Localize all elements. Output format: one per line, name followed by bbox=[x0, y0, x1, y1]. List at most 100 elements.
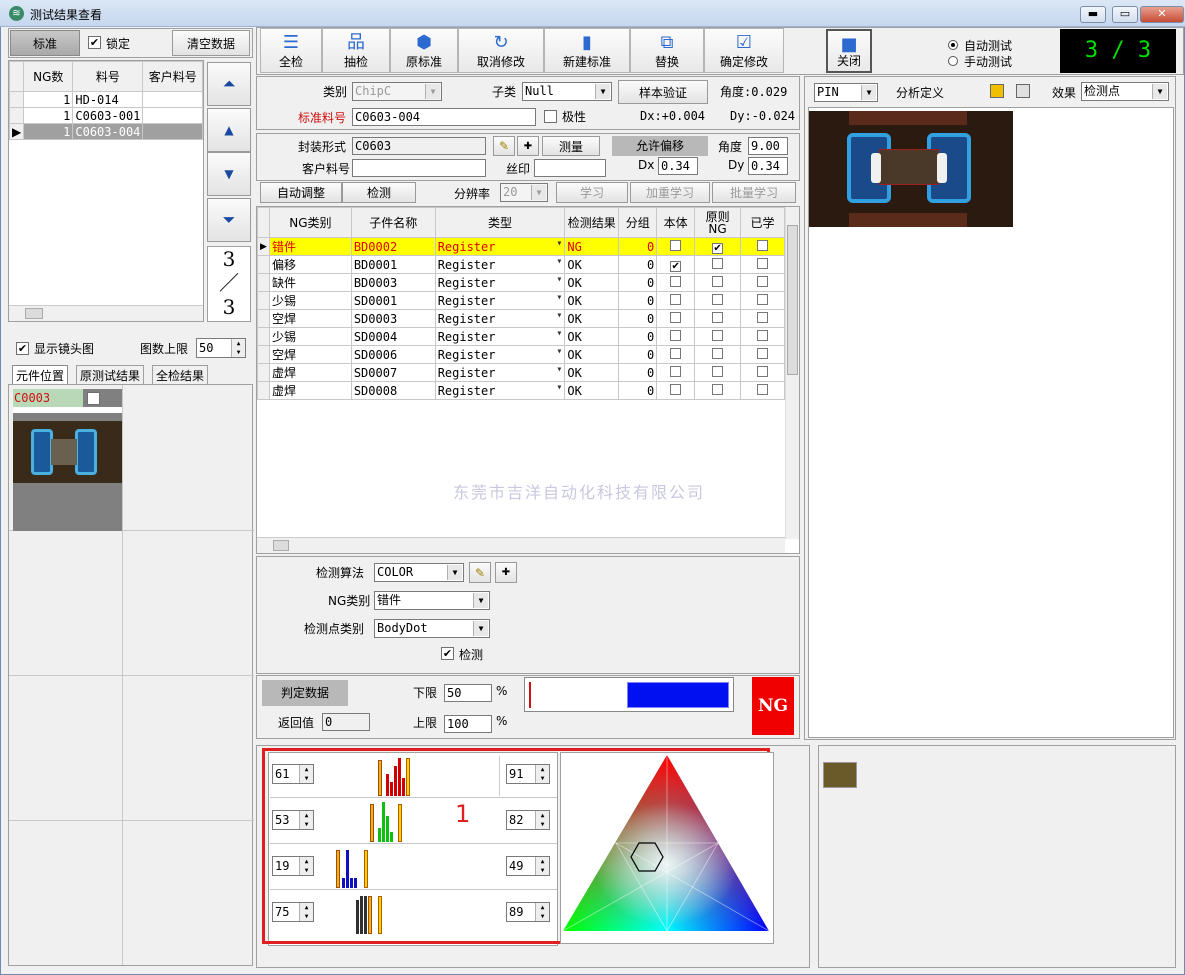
point-type-select[interactable]: BodyDot ▼ bbox=[374, 619, 490, 638]
row-type-value[interactable]: Register bbox=[438, 366, 496, 380]
new-standard-button[interactable]: ▮ 新建标准 bbox=[544, 28, 630, 73]
last-button[interactable]: ⏷ bbox=[207, 198, 251, 242]
dropdown-arrow-icon[interactable]: ▾ bbox=[556, 293, 562, 304]
dropdown-arrow-icon[interactable]: ▾ bbox=[556, 383, 562, 394]
row-body-checkbox[interactable] bbox=[670, 239, 682, 251]
standard-tab[interactable]: 标准 bbox=[10, 30, 80, 56]
row-learned-checkbox[interactable] bbox=[757, 275, 768, 287]
algo-select[interactable]: COLOR ▼ bbox=[374, 563, 464, 582]
list-hscrollbar[interactable] bbox=[9, 305, 203, 321]
dx-limit-input[interactable]: 0.34 bbox=[658, 157, 698, 175]
row-orig-checkbox[interactable] bbox=[712, 365, 724, 377]
pin-select[interactable]: PIN ▼ bbox=[814, 83, 878, 102]
angle-limit-input[interactable]: 9.00 bbox=[748, 137, 788, 155]
row-type-value[interactable]: Register bbox=[438, 312, 496, 326]
row-type-value[interactable]: Register bbox=[438, 276, 496, 290]
gray-high-input[interactable]: 89 ▲ ▼ bbox=[506, 902, 550, 922]
row-orig-checkbox[interactable] bbox=[712, 311, 724, 323]
resolution-select[interactable]: 20 ▼ bbox=[500, 183, 548, 202]
lower-limit-input[interactable]: 50 bbox=[444, 684, 492, 702]
batch-learn-button[interactable]: 批量学习 bbox=[712, 182, 796, 203]
green-high-input[interactable]: 82 ▲ ▼ bbox=[506, 810, 550, 830]
dropdown-arrow-icon[interactable]: ▾ bbox=[556, 239, 562, 250]
row-body-checkbox[interactable]: ✔ bbox=[670, 260, 682, 272]
show-lens-checkbox[interactable]: ✔ bbox=[16, 342, 29, 355]
row-learned-checkbox[interactable] bbox=[757, 257, 768, 269]
first-button[interactable]: ⏶ bbox=[207, 62, 251, 106]
row-orig-checkbox[interactable] bbox=[712, 275, 724, 287]
list-row[interactable]: 1 C0603-001 bbox=[8, 107, 203, 124]
row-type-value[interactable]: Register bbox=[438, 330, 496, 344]
algo-plus-button[interactable]: ✚ bbox=[495, 562, 517, 583]
blue-high-input[interactable]: 49 ▲ ▼ bbox=[506, 856, 550, 876]
row-orig-checkbox[interactable] bbox=[712, 347, 724, 359]
row-body-checkbox[interactable] bbox=[670, 311, 682, 323]
layer-front-icon[interactable] bbox=[990, 84, 1004, 98]
confirm-modify-button[interactable]: ☑ 确定修改 bbox=[704, 28, 784, 73]
dropdown-arrow-icon[interactable]: ▾ bbox=[556, 347, 562, 358]
row-body-checkbox[interactable] bbox=[670, 275, 682, 287]
dropdown-arrow-icon[interactable]: ▾ bbox=[556, 329, 562, 340]
add-learn-button[interactable]: 加重学习 bbox=[630, 182, 710, 203]
row-body-checkbox[interactable] bbox=[670, 365, 682, 377]
measure-button[interactable]: 测量 bbox=[542, 136, 600, 156]
green-low-input[interactable]: 53 ▲ ▼ bbox=[272, 810, 314, 830]
blue-low-input[interactable]: 19 ▲ ▼ bbox=[272, 856, 314, 876]
standard-part-input[interactable]: C0603-004 bbox=[352, 108, 536, 126]
original-standard-button[interactable]: ⬢ 原标准 bbox=[390, 28, 458, 73]
close-button[interactable]: ■ 关闭 bbox=[826, 29, 872, 73]
table-hscroll-thumb[interactable] bbox=[273, 540, 289, 551]
auto-adjust-button[interactable]: 自动调整 bbox=[260, 182, 342, 203]
row-orig-checkbox[interactable]: ✔ bbox=[712, 242, 724, 254]
effect-select[interactable]: 检测点 ▼ bbox=[1081, 82, 1169, 101]
plus-button[interactable]: ✚ bbox=[517, 136, 539, 156]
row-type-value[interactable]: Register bbox=[438, 258, 496, 272]
sub-item-row[interactable]: 偏移 BD0001 Register ▾ OK 0 ✔ bbox=[257, 255, 785, 274]
sub-item-row[interactable]: 缺件 BD0003 Register ▾ OK 0 bbox=[257, 273, 785, 292]
full-check-button[interactable]: ☰ 全检 bbox=[260, 28, 322, 73]
row-learned-checkbox[interactable] bbox=[757, 383, 768, 395]
list-row-selected[interactable]: ▶ 1 C0603-004 bbox=[8, 123, 203, 140]
layer-back-icon[interactable] bbox=[1016, 84, 1030, 98]
dropdown-arrow-icon[interactable]: ▾ bbox=[556, 275, 562, 286]
sample-verify-button[interactable]: 样本验证 bbox=[618, 80, 708, 104]
color-triangle[interactable] bbox=[561, 753, 773, 943]
inspection-view[interactable] bbox=[808, 107, 1174, 738]
close-window-button[interactable]: ✕ bbox=[1140, 6, 1184, 23]
dropdown-arrow-icon[interactable]: ▾ bbox=[556, 365, 562, 376]
minimize-button[interactable]: ▬ bbox=[1080, 6, 1106, 23]
row-type-value[interactable]: Register bbox=[438, 294, 496, 308]
table-vscrollbar[interactable] bbox=[785, 207, 799, 539]
row-learned-checkbox[interactable] bbox=[757, 239, 768, 251]
sub-item-row[interactable]: 少锡 SD0004 Register ▾ OK 0 bbox=[257, 327, 785, 346]
clear-data-button[interactable]: 清空数据 bbox=[172, 30, 250, 56]
replace-button[interactable]: ⧉ 替换 bbox=[630, 28, 704, 73]
list-hscroll-thumb[interactable] bbox=[25, 308, 43, 319]
row-body-checkbox[interactable] bbox=[670, 347, 682, 359]
list-row[interactable]: 1 HD-014 bbox=[8, 91, 203, 108]
learn-button[interactable]: 学习 bbox=[556, 182, 628, 203]
row-learned-checkbox[interactable] bbox=[757, 365, 768, 377]
next-button[interactable]: ▼ bbox=[207, 152, 251, 196]
dropdown-arrow-icon[interactable]: ▾ bbox=[556, 257, 562, 268]
row-type-value[interactable]: Register bbox=[438, 348, 496, 362]
row-learned-checkbox[interactable] bbox=[757, 347, 768, 359]
thumbnail-item[interactable]: C0003 bbox=[13, 389, 122, 531]
thumbnail-checkbox[interactable] bbox=[87, 392, 100, 405]
sub-item-row[interactable]: 虚焊 SD0008 Register ▾ OK 0 bbox=[257, 381, 785, 400]
sample-check-button[interactable]: 品抽检 bbox=[322, 28, 390, 73]
red-low-input[interactable]: 61 ▲ ▼ bbox=[272, 764, 314, 784]
table-vscroll-thumb[interactable] bbox=[787, 225, 798, 375]
manual-test-radio[interactable] bbox=[948, 56, 958, 66]
detect-checkbox[interactable]: ✔ bbox=[441, 647, 454, 660]
detect-button[interactable]: 检测 bbox=[342, 182, 416, 203]
silk-input[interactable] bbox=[534, 159, 606, 177]
row-orig-checkbox[interactable] bbox=[712, 383, 724, 395]
customer-part-input[interactable] bbox=[352, 159, 486, 177]
dropdown-arrow-icon[interactable]: ▾ bbox=[556, 311, 562, 322]
row-orig-checkbox[interactable] bbox=[712, 329, 724, 341]
brush-icon[interactable]: ✎ bbox=[493, 136, 515, 156]
row-learned-checkbox[interactable] bbox=[757, 329, 768, 341]
row-body-checkbox[interactable] bbox=[670, 383, 682, 395]
upper-limit-input[interactable]: 100 bbox=[444, 715, 492, 733]
